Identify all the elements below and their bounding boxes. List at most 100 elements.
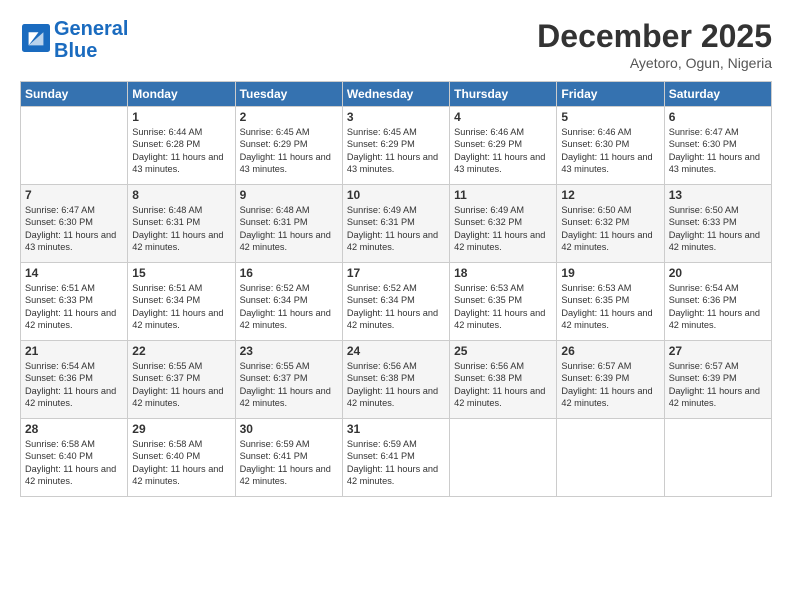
day-cell: 27Sunrise: 6:57 AMSunset: 6:39 PMDayligh… xyxy=(664,341,771,419)
day-number: 13 xyxy=(669,188,767,202)
day-info: Sunrise: 6:51 AMSunset: 6:33 PMDaylight:… xyxy=(25,282,123,332)
day-info: Sunrise: 6:56 AMSunset: 6:38 PMDaylight:… xyxy=(454,360,552,410)
day-cell: 16Sunrise: 6:52 AMSunset: 6:34 PMDayligh… xyxy=(235,263,342,341)
day-cell: 15Sunrise: 6:51 AMSunset: 6:34 PMDayligh… xyxy=(128,263,235,341)
day-cell: 31 Sunrise: 6:59 AMSunset: 6:41 PMDayligh… xyxy=(342,419,449,497)
day-cell: 20 Sunrise: 6:54 AMSunset: 6:36 PMDayligh… xyxy=(664,263,771,341)
day-cell: 1 Sunrise: 6:44 AMSunset: 6:28 PMDaylight… xyxy=(128,107,235,185)
day-cell: 30 Sunrise: 6:59 AMSunset: 6:41 PMDayligh… xyxy=(235,419,342,497)
day-number: 3 xyxy=(347,110,445,124)
day-number: 17 xyxy=(347,266,445,280)
day-number: 29 xyxy=(132,422,230,436)
day-number: 12 xyxy=(561,188,659,202)
day-number: 25 xyxy=(454,344,552,358)
day-info: Sunrise: 6:46 AMSunset: 6:30 PMDaylight:… xyxy=(561,126,659,176)
day-cell: 10Sunrise: 6:49 AMSunset: 6:31 PMDayligh… xyxy=(342,185,449,263)
week-row-3: 21 Sunrise: 6:54 AMSunset: 6:36 PMDayligh… xyxy=(21,341,772,419)
logo-text: General xyxy=(54,18,128,40)
day-number: 14 xyxy=(25,266,123,280)
day-number: 19 xyxy=(561,266,659,280)
day-cell: 29 Sunrise: 6:58 AMSunset: 6:40 PMDayligh… xyxy=(128,419,235,497)
day-info: Sunrise: 6:49 AMSunset: 6:32 PMDaylight:… xyxy=(454,204,552,254)
title-block: December 2025 Ayetoro, Ogun, Nigeria xyxy=(537,18,772,71)
day-info: Sunrise: 6:59 AMSunset: 6:41 PMDaylight:… xyxy=(347,438,445,488)
day-cell: 12 Sunrise: 6:50 AMSunset: 6:32 PMDayligh… xyxy=(557,185,664,263)
day-cell: 23 Sunrise: 6:55 AMSunset: 6:37 PMDayligh… xyxy=(235,341,342,419)
day-number: 2 xyxy=(240,110,338,124)
header: General Blue December 2025 Ayetoro, Ogun… xyxy=(20,18,772,71)
day-number: 20 xyxy=(669,266,767,280)
day-info: Sunrise: 6:47 AMSunset: 6:30 PMDaylight:… xyxy=(25,204,123,254)
day-number: 11 xyxy=(454,188,552,202)
day-cell: 21 Sunrise: 6:54 AMSunset: 6:36 PMDayligh… xyxy=(21,341,128,419)
day-number: 21 xyxy=(25,344,123,358)
day-cell: 11 Sunrise: 6:49 AMSunset: 6:32 PMDayligh… xyxy=(450,185,557,263)
day-info: Sunrise: 6:50 AMSunset: 6:33 PMDaylight:… xyxy=(669,204,767,254)
day-cell xyxy=(21,107,128,185)
day-info: Sunrise: 6:45 AMSunset: 6:29 PMDaylight:… xyxy=(240,126,338,176)
day-number: 9 xyxy=(240,188,338,202)
day-info: Sunrise: 6:58 AMSunset: 6:40 PMDaylight:… xyxy=(132,438,230,488)
day-header-sunday: Sunday xyxy=(21,82,128,107)
day-number: 10 xyxy=(347,188,445,202)
logo-icon xyxy=(22,24,50,52)
day-info: Sunrise: 6:48 AMSunset: 6:31 PMDaylight:… xyxy=(132,204,230,254)
day-info: Sunrise: 6:52 AMSunset: 6:34 PMDaylight:… xyxy=(347,282,445,332)
day-number: 22 xyxy=(132,344,230,358)
day-cell: 14 Sunrise: 6:51 AMSunset: 6:33 PMDayligh… xyxy=(21,263,128,341)
day-cell: 22 Sunrise: 6:55 AMSunset: 6:37 PMDayligh… xyxy=(128,341,235,419)
day-number: 4 xyxy=(454,110,552,124)
day-info: Sunrise: 6:54 AMSunset: 6:36 PMDaylight:… xyxy=(669,282,767,332)
day-info: Sunrise: 6:54 AMSunset: 6:36 PMDaylight:… xyxy=(25,360,123,410)
day-cell: 8Sunrise: 6:48 AMSunset: 6:31 PMDaylight… xyxy=(128,185,235,263)
header-row: SundayMondayTuesdayWednesdayThursdayFrid… xyxy=(21,82,772,107)
day-header-tuesday: Tuesday xyxy=(235,82,342,107)
logo: General Blue xyxy=(20,18,128,62)
day-info: Sunrise: 6:55 AMSunset: 6:37 PMDaylight:… xyxy=(240,360,338,410)
day-info: Sunrise: 6:59 AMSunset: 6:41 PMDaylight:… xyxy=(240,438,338,488)
day-cell: 26Sunrise: 6:57 AMSunset: 6:39 PMDayligh… xyxy=(557,341,664,419)
day-cell xyxy=(557,419,664,497)
day-cell: 5 Sunrise: 6:46 AMSunset: 6:30 PMDaylight… xyxy=(557,107,664,185)
day-cell: 6 Sunrise: 6:47 AMSunset: 6:30 PMDaylight… xyxy=(664,107,771,185)
day-cell: 24Sunrise: 6:56 AMSunset: 6:38 PMDayligh… xyxy=(342,341,449,419)
location: Ayetoro, Ogun, Nigeria xyxy=(537,55,772,71)
day-cell: 17 Sunrise: 6:52 AMSunset: 6:34 PMDayligh… xyxy=(342,263,449,341)
day-number: 6 xyxy=(669,110,767,124)
day-number: 18 xyxy=(454,266,552,280)
day-info: Sunrise: 6:51 AMSunset: 6:34 PMDaylight:… xyxy=(132,282,230,332)
day-info: Sunrise: 6:46 AMSunset: 6:29 PMDaylight:… xyxy=(454,126,552,176)
month-title: December 2025 xyxy=(537,18,772,55)
day-cell: 13 Sunrise: 6:50 AMSunset: 6:33 PMDayligh… xyxy=(664,185,771,263)
day-info: Sunrise: 6:56 AMSunset: 6:38 PMDaylight:… xyxy=(347,360,445,410)
day-cell xyxy=(664,419,771,497)
day-number: 1 xyxy=(132,110,230,124)
day-info: Sunrise: 6:53 AMSunset: 6:35 PMDaylight:… xyxy=(454,282,552,332)
day-cell: 28 Sunrise: 6:58 AMSunset: 6:40 PMDayligh… xyxy=(21,419,128,497)
day-info: Sunrise: 6:50 AMSunset: 6:32 PMDaylight:… xyxy=(561,204,659,254)
week-row-0: 1 Sunrise: 6:44 AMSunset: 6:28 PMDaylight… xyxy=(21,107,772,185)
day-number: 31 xyxy=(347,422,445,436)
day-cell: 18 Sunrise: 6:53 AMSunset: 6:35 PMDayligh… xyxy=(450,263,557,341)
day-cell: 25 Sunrise: 6:56 AMSunset: 6:38 PMDayligh… xyxy=(450,341,557,419)
day-header-saturday: Saturday xyxy=(664,82,771,107)
day-cell: 2 Sunrise: 6:45 AMSunset: 6:29 PMDaylight… xyxy=(235,107,342,185)
day-cell: 9Sunrise: 6:48 AMSunset: 6:31 PMDaylight… xyxy=(235,185,342,263)
day-number: 27 xyxy=(669,344,767,358)
day-info: Sunrise: 6:44 AMSunset: 6:28 PMDaylight:… xyxy=(132,126,230,176)
day-header-thursday: Thursday xyxy=(450,82,557,107)
day-info: Sunrise: 6:55 AMSunset: 6:37 PMDaylight:… xyxy=(132,360,230,410)
calendar-table: SundayMondayTuesdayWednesdayThursdayFrid… xyxy=(20,81,772,497)
week-row-4: 28 Sunrise: 6:58 AMSunset: 6:40 PMDayligh… xyxy=(21,419,772,497)
day-number: 5 xyxy=(561,110,659,124)
day-cell: 4 Sunrise: 6:46 AMSunset: 6:29 PMDaylight… xyxy=(450,107,557,185)
day-number: 7 xyxy=(25,188,123,202)
day-number: 30 xyxy=(240,422,338,436)
day-number: 28 xyxy=(25,422,123,436)
day-info: Sunrise: 6:53 AMSunset: 6:35 PMDaylight:… xyxy=(561,282,659,332)
day-info: Sunrise: 6:58 AMSunset: 6:40 PMDaylight:… xyxy=(25,438,123,488)
day-header-monday: Monday xyxy=(128,82,235,107)
day-info: Sunrise: 6:47 AMSunset: 6:30 PMDaylight:… xyxy=(669,126,767,176)
day-number: 23 xyxy=(240,344,338,358)
logo-text-blue: Blue xyxy=(54,40,128,62)
